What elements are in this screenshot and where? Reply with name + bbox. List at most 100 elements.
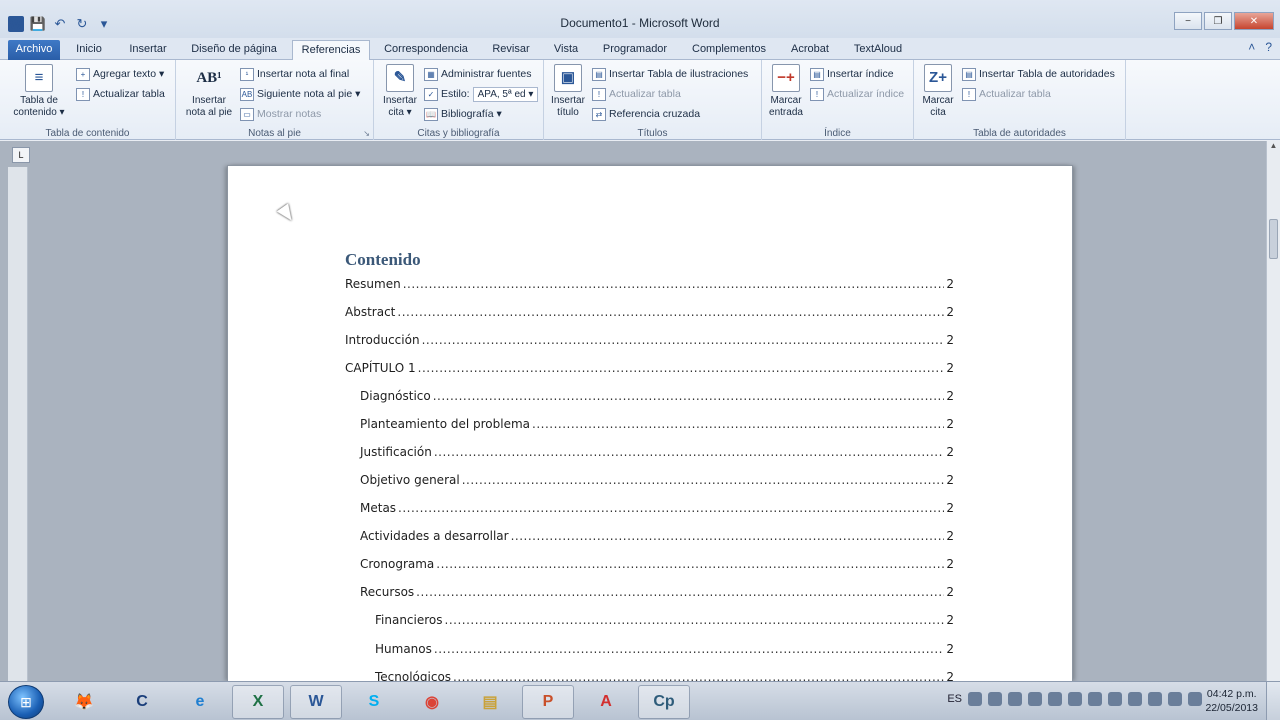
clock[interactable]: 04:42 p.m. 22/05/2013 — [1205, 687, 1258, 715]
excel-icon[interactable]: X — [232, 685, 284, 719]
toc-entry[interactable]: Planteamiento del problema2 — [360, 417, 954, 435]
document-page[interactable]: Contenido Resumen2 Abstract2 Introducció… — [228, 166, 1072, 681]
toc-entry[interactable]: Humanos2 — [375, 642, 954, 660]
insert-index-button[interactable]: ▤ Insertar índice — [810, 66, 894, 82]
mark-citation-button[interactable]: Z+ Marcar cita — [918, 64, 958, 119]
toc-entry[interactable]: Resumen2 — [345, 277, 954, 295]
tab-correspondencia[interactable]: Correspondencia — [380, 40, 472, 60]
toc-entry[interactable]: Tecnológicos2 — [375, 670, 954, 681]
toc-entry[interactable]: Justificación2 — [360, 445, 954, 463]
minimize-button[interactable]: − — [1174, 12, 1202, 30]
internet-explorer-icon[interactable]: e — [174, 685, 226, 719]
captivate-icon[interactable]: Cp — [638, 685, 690, 719]
tab-textaloud[interactable]: TextAloud — [846, 40, 910, 60]
tab-acrobat[interactable]: Acrobat — [784, 40, 836, 60]
skype-icon[interactable]: S — [348, 685, 400, 719]
toc-entry[interactable]: Diagnóstico2 — [360, 389, 954, 407]
tray-icon[interactable] — [1008, 692, 1022, 706]
tab-inicio[interactable]: Inicio — [70, 40, 108, 60]
style-selector[interactable]: ✓ Estilo: APA, 5ª ed ▾ — [424, 86, 539, 102]
toc-entry[interactable]: Abstract2 — [345, 305, 954, 323]
dialog-launcher-icon[interactable]: ↘ — [363, 129, 370, 138]
add-text-button[interactable]: + Agregar texto ▾ — [76, 66, 164, 82]
tray-icon[interactable] — [1148, 692, 1162, 706]
powerpoint-icon[interactable]: P — [522, 685, 574, 719]
tab-vista[interactable]: Vista — [546, 40, 586, 60]
toc-entry[interactable]: Cronograma2 — [360, 557, 954, 575]
style-dropdown[interactable]: APA, 5ª ed ▾ — [472, 86, 539, 102]
insert-authorities-button[interactable]: ▤ Insertar Tabla de autoridades — [962, 66, 1115, 82]
footnote-icon: AB¹ — [196, 70, 222, 86]
caption-icon: ▣ — [554, 64, 582, 92]
document-workspace: L Contenido Resumen2 Abstract2 Introducc… — [0, 141, 1280, 681]
update-index-button[interactable]: ! Actualizar índice — [810, 86, 904, 102]
tab-programador[interactable]: Programador — [596, 40, 674, 60]
bibliography-button[interactable]: 📖 Bibliografía ▾ — [424, 106, 502, 122]
tray-icon[interactable] — [1048, 692, 1062, 706]
acrobat-icon[interactable]: A — [580, 685, 632, 719]
tray-icon[interactable] — [1168, 692, 1182, 706]
show-notes-button[interactable]: ▭ Mostrar notas — [240, 106, 321, 122]
insert-caption-button[interactable]: ▣ Insertar título — [548, 64, 588, 119]
title-bar: W 💾 ↶ ↻ ▾ Documento1 - Microsoft Word − … — [0, 0, 1280, 38]
bluetooth-icon[interactable] — [1068, 692, 1082, 706]
manage-sources-button[interactable]: ▦ Administrar fuentes — [424, 66, 531, 82]
tab-selector[interactable]: L — [12, 147, 30, 163]
close-button[interactable]: ✕ — [1234, 12, 1274, 30]
toc-entry[interactable]: Introducción2 — [345, 333, 954, 351]
toc-button[interactable]: ≡ Tabla de contenido ▾ — [10, 64, 68, 119]
toc-entry[interactable]: CAPÍTULO 12 — [345, 361, 954, 379]
language-indicator[interactable]: ES — [947, 693, 962, 705]
toc-entry[interactable]: Recursos2 — [360, 585, 954, 603]
firefox-icon[interactable]: 🦊 — [58, 685, 110, 719]
flag-icon[interactable] — [1128, 692, 1142, 706]
next-footnote-button[interactable]: AB Siguiente nota al pie ▾ — [240, 86, 360, 102]
mark-entry-icon: −+ — [772, 64, 800, 92]
toc-entry[interactable]: Metas2 — [360, 501, 954, 519]
cross-reference-button[interactable]: ⇄ Referencia cruzada — [592, 106, 700, 122]
tray-icon[interactable] — [988, 692, 1002, 706]
toc-entry[interactable]: Actividades a desarrollar2 — [360, 529, 954, 547]
vertical-scrollbar[interactable]: ▲ — [1266, 141, 1280, 681]
insert-footnote-button[interactable]: AB¹ Insertar nota al pie — [182, 64, 236, 119]
window-title: Documento1 - Microsoft Word — [560, 16, 720, 30]
group-label: Citas y bibliografía — [417, 128, 500, 139]
tab-complementos[interactable]: Complementos — [686, 40, 772, 60]
volume-icon[interactable] — [1188, 692, 1202, 706]
tray-icon[interactable] — [1028, 692, 1042, 706]
insert-endnote-button[interactable]: ¹ Insertar nota al final — [240, 66, 349, 82]
tray-icon[interactable] — [968, 692, 982, 706]
update-authorities-button[interactable]: ! Actualizar tabla — [962, 86, 1051, 102]
update-figures-table-button[interactable]: ! Actualizar tabla — [592, 86, 681, 102]
tab-insertar[interactable]: Insertar — [122, 40, 174, 60]
mark-entry-button[interactable]: −+ Marcar entrada — [764, 64, 808, 119]
ccleaner-icon[interactable]: C — [116, 685, 168, 719]
group-label: Índice — [824, 128, 851, 139]
tab-diseno-pagina[interactable]: Diseño de página — [186, 40, 282, 60]
insert-table-figures-button[interactable]: ▤ Insertar Tabla de ilustraciones — [592, 66, 748, 82]
mouse-pointer-icon — [276, 203, 298, 225]
cross-reference-icon: ⇄ — [592, 107, 606, 121]
scroll-thumb[interactable] — [1269, 219, 1278, 259]
tray-icon[interactable] — [1088, 692, 1102, 706]
toc-entry[interactable]: Objetivo general2 — [360, 473, 954, 491]
update-table-button[interactable]: ! Actualizar tabla — [76, 86, 165, 102]
start-button[interactable]: ⊞ — [8, 685, 44, 719]
group-notas-al-pie: AB¹ Insertar nota al pie ¹ Insertar nota… — [176, 60, 374, 140]
vertical-ruler — [8, 167, 28, 681]
toc-entry[interactable]: Financieros2 — [375, 613, 954, 631]
tab-archivo[interactable]: Archivo — [8, 40, 60, 60]
scroll-up-icon[interactable]: ▲ — [1267, 141, 1280, 155]
tab-referencias[interactable]: Referencias — [292, 40, 370, 61]
tab-revisar[interactable]: Revisar — [486, 40, 536, 60]
restore-button[interactable]: ❐ — [1204, 12, 1232, 30]
word-icon[interactable]: W — [290, 685, 342, 719]
network-icon[interactable] — [1108, 692, 1122, 706]
insert-citation-button[interactable]: ✎ Insertar cita ▾ — [378, 64, 422, 119]
collapse-ribbon-icon[interactable]: ˄ — [1248, 40, 1255, 54]
help-icon[interactable]: ? — [1265, 40, 1272, 54]
show-desktop-button[interactable] — [1266, 682, 1280, 720]
file-explorer-icon[interactable]: ▤ — [464, 685, 516, 719]
update-table-icon: ! — [76, 87, 90, 101]
chrome-icon[interactable]: ◉ — [406, 685, 458, 719]
